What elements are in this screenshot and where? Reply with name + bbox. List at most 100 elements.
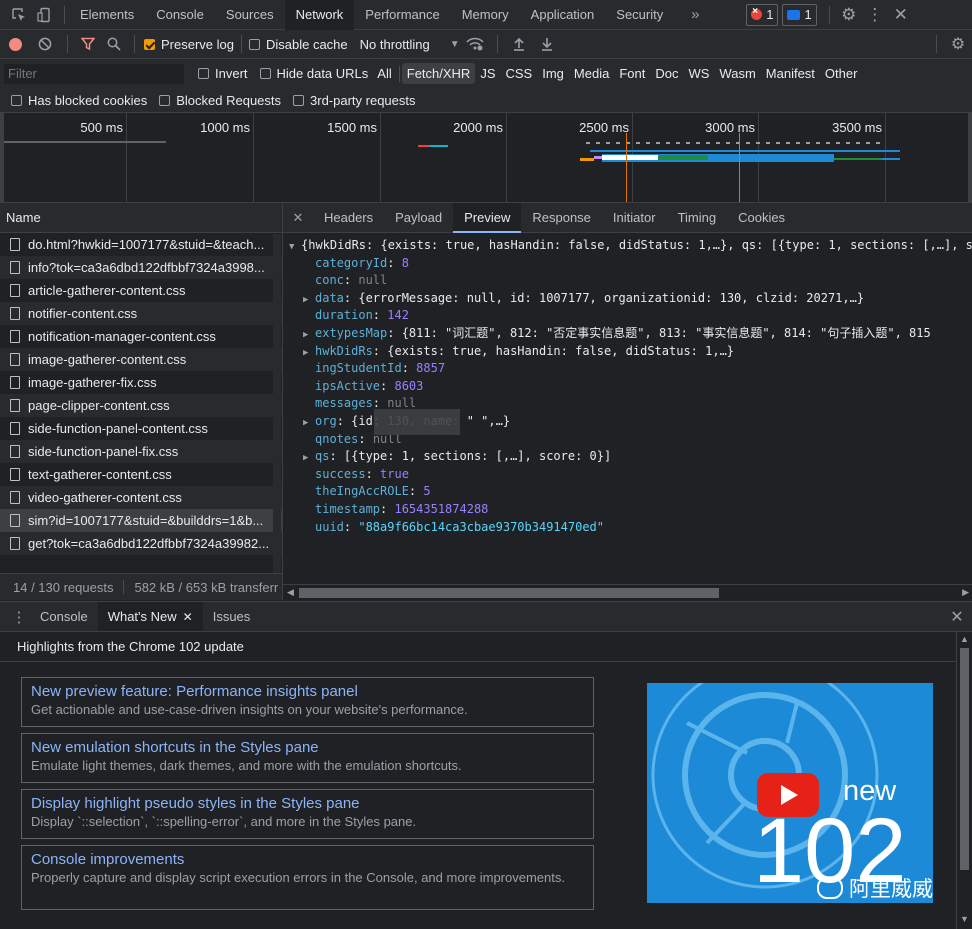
scrollbar-thumb[interactable] [960,648,969,870]
highlight-title-link[interactable]: Display highlight pseudo styles in the S… [31,795,593,813]
close-devtools-icon[interactable]: ✕ [888,0,914,30]
filter-type-all[interactable]: All [372,63,396,84]
drawer-tab-issues[interactable]: Issues [203,602,261,631]
drawer-tab-console[interactable]: Console [30,602,98,631]
request-row[interactable]: page-clipper-content.css [0,394,282,417]
filter-type-wasm[interactable]: Wasm [714,63,760,84]
overview-drag-handle-left[interactable] [0,113,4,202]
scroll-left-icon[interactable]: ◀ [287,587,294,598]
third-party-requests-checkbox[interactable]: 3rd-party requests [293,93,416,108]
detail-tab-cookies[interactable]: Cookies [727,203,796,233]
request-row[interactable]: image-gatherer-content.css [0,348,282,371]
whats-new-vertical-scrollbar[interactable]: ▲ ▼ [956,632,972,929]
settings-gear-icon[interactable]: ⚙ [836,0,862,30]
scrollbar-thumb[interactable] [299,588,719,598]
request-row[interactable]: sim?id=1007177&stuid=&builddrs=1&b... [0,509,282,532]
detail-tab-response[interactable]: Response [521,203,602,233]
highlight-title-link[interactable]: Console improvements [31,851,593,869]
collapsed-triangle-icon[interactable]: ▶ [303,415,315,433]
highlight-title-link[interactable]: New preview feature: Performance insight… [31,683,593,701]
export-har-download-icon[interactable] [533,30,561,58]
drawer-tab-what-s-new[interactable]: What's New ✕ [97,602,203,631]
filter-type-doc[interactable]: Doc [650,63,683,84]
close-tab-icon[interactable]: ✕ [183,610,193,624]
network-settings-gear-icon[interactable]: ⚙ [944,30,972,58]
expanded-triangle-icon[interactable]: ▼ [289,239,301,257]
collapsed-triangle-icon[interactable]: ▶ [303,327,315,345]
request-row[interactable]: article-gatherer-content.css [0,279,282,302]
tab-security[interactable]: Security [605,0,674,30]
blocked-requests-checkbox[interactable]: Blocked Requests [159,93,281,108]
error-counter[interactable]: × 1 [746,3,779,26]
message-counter[interactable]: 1 [782,3,817,26]
tab-console[interactable]: Console [145,0,215,30]
record-icon[interactable] [0,30,30,58]
detail-tab-preview[interactable]: Preview [453,202,522,233]
highlight-card[interactable]: Console improvements Properly capture and… [21,845,594,910]
json-property-row[interactable]: ▶ qs: [{type: 1, sections: [,…], score: 0… [283,448,972,466]
filter-type-font[interactable]: Font [614,63,650,84]
filter-type-img[interactable]: Img [537,63,569,84]
clear-icon[interactable] [30,30,60,58]
highlight-card[interactable]: New emulation shortcuts in the Styles pa… [21,733,594,783]
disable-cache-checkbox[interactable]: Disable cache [248,37,348,52]
json-property-row[interactable]: ▶ data: {errorMessage: null, id: 1007177,… [283,290,972,308]
request-row[interactable]: get?tok=ca3a6dbd122dfbbf7324a39982... [0,532,282,555]
throttling-select[interactable]: No throttling ▼ [360,37,460,52]
preview-horizontal-scrollbar[interactable]: ◀ ▶ [283,584,972,600]
close-drawer-icon[interactable]: ✕ [942,602,972,631]
request-row[interactable]: notifier-content.css [0,302,282,325]
detail-tab-headers[interactable]: Headers [313,203,384,233]
network-conditions-wifi-icon[interactable] [460,30,490,58]
import-har-upload-icon[interactable] [505,30,533,58]
network-overview-timeline[interactable]: 500 ms 1000 ms 1500 ms 2000 ms 2500 ms 3000 m… [0,113,972,203]
highlight-card[interactable]: Display highlight pseudo styles in the S… [21,789,594,839]
json-property-row[interactable]: ▶ extypesMap: {811: "词汇题", 812: "否定事实信息题"… [283,325,972,343]
overview-drag-handle-right[interactable] [968,113,972,202]
device-toolbar-icon[interactable] [32,0,58,30]
has-blocked-cookies-checkbox[interactable]: Has blocked cookies [11,93,147,108]
highlight-title-link[interactable]: New emulation shortcuts in the Styles pa… [31,739,593,757]
json-property-row[interactable]: ▶org: {id: 130, name: " ",…} [283,408,972,435]
filter-type-manifest[interactable]: Manifest [761,63,820,84]
filter-type-css[interactable]: CSS [501,63,538,84]
drawer-menu-kebab-icon[interactable]: ⋮ [8,602,30,631]
inspect-element-icon[interactable] [6,0,32,30]
filter-type-ws[interactable]: WS [683,63,714,84]
request-row[interactable]: side-function-panel-fix.css [0,440,282,463]
request-row[interactable]: video-gatherer-content.css [0,486,282,509]
tab-performance[interactable]: Performance [354,0,450,30]
request-row[interactable]: side-function-panel-content.css [0,417,282,440]
name-column-header[interactable]: Name [0,203,282,233]
more-tabs-chevron-icon[interactable]: » [682,0,708,30]
detail-tab-initiator[interactable]: Initiator [602,203,667,233]
detail-tab-timing[interactable]: Timing [667,203,728,233]
more-options-kebab-icon[interactable]: ⋮ [862,0,888,30]
filter-input[interactable] [4,63,184,84]
tab-network[interactable]: Network [284,0,355,30]
filter-type-other[interactable]: Other [820,63,863,84]
filter-type-media[interactable]: Media [569,63,614,84]
highlight-card[interactable]: New preview feature: Performance insight… [21,677,594,727]
search-icon[interactable] [101,30,127,58]
request-row[interactable]: info?tok=ca3a6dbd122dfbbf7324a3998... [0,256,282,279]
close-detail-icon[interactable]: ✕ [283,203,313,233]
filter-type-js[interactable]: JS [475,63,500,84]
tab-sources[interactable]: Sources [215,0,285,30]
hide-data-urls-checkbox[interactable]: Hide data URLs [259,66,368,81]
scroll-right-icon[interactable]: ▶ [962,587,969,598]
chrome-102-promo-thumbnail[interactable]: new 102 阿里威威 [647,683,933,903]
invert-checkbox[interactable]: Invert [198,66,248,81]
request-row[interactable]: text-gatherer-content.css [0,463,282,486]
request-list-scrollbar[interactable] [273,234,281,573]
request-row[interactable]: image-gatherer-fix.css [0,371,282,394]
request-row[interactable]: do.html?hwkid=1007177&stuid=&teach... [0,233,282,256]
request-row[interactable]: notification-manager-content.css [0,325,282,348]
preserve-log-checkbox[interactable]: Preserve log [144,37,234,52]
detail-tab-payload[interactable]: Payload [384,203,453,233]
scroll-up-icon[interactable]: ▲ [960,634,969,644]
filter-type-fetch-xhr[interactable]: Fetch/XHR [401,63,476,84]
tab-memory[interactable]: Memory [451,0,520,30]
json-root-row[interactable]: ▼ {hwkDidRs: {exists: true, hasHandin: fa… [283,234,972,255]
scroll-down-icon[interactable]: ▼ [960,914,969,924]
